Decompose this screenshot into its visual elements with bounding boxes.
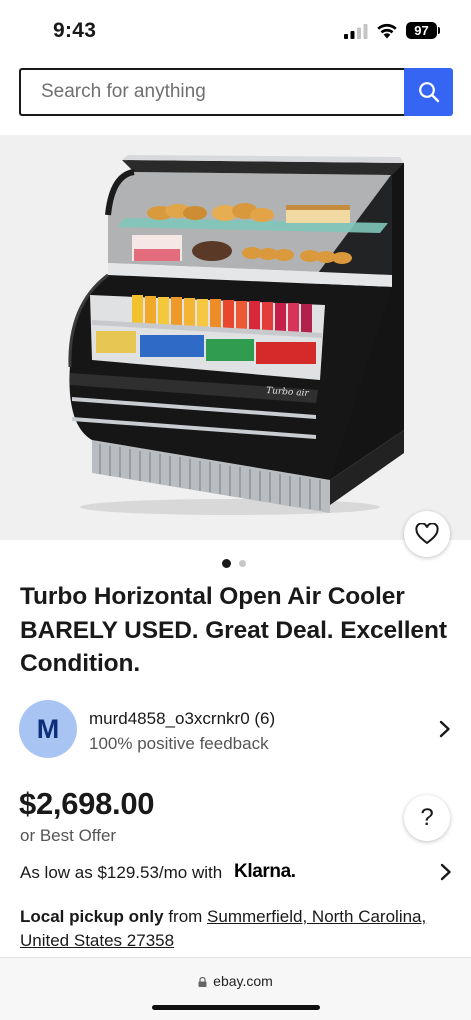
url-bar[interactable]: ebay.com <box>0 973 471 989</box>
gallery-dot-active[interactable] <box>222 559 231 568</box>
gallery-pagination <box>222 559 246 568</box>
battery-icon: 97 <box>406 22 437 39</box>
battery-tip <box>438 27 440 34</box>
pickup-connector: from <box>163 907 208 926</box>
listing-title: Turbo Horizontal Open Air Cooler BARELY … <box>20 583 447 677</box>
watch-button[interactable] <box>404 511 450 557</box>
image-gallery[interactable]: Turbo air <box>0 135 471 540</box>
chevron-right-icon <box>439 720 450 738</box>
pickup-info: Local pickup only from Summerfield, Nort… <box>20 905 460 953</box>
browser-bar: ebay.com <box>0 957 471 1020</box>
pickup-label: Local pickup only <box>20 907 164 926</box>
search-button[interactable] <box>404 68 453 116</box>
financing-row[interactable]: As low as $129.53/mo with Klarna. <box>20 861 452 887</box>
best-offer-text: or Best Offer <box>20 826 117 845</box>
klarna-logo: Klarna. <box>234 861 296 882</box>
gallery-dot[interactable] <box>239 560 246 567</box>
seller-feedback: 100% positive feedback <box>89 734 269 753</box>
product-image: Turbo air <box>68 155 404 515</box>
url-text: ebay.com <box>213 973 273 989</box>
financing-text: As low as $129.53/mo with <box>20 863 223 882</box>
price: $2,698.00 <box>19 786 155 821</box>
search-bar <box>19 68 453 116</box>
signal-icon <box>344 24 368 39</box>
status-time: 9:43 <box>53 19 97 42</box>
seller-name: murd4858_o3xcrnkr0 (6) <box>89 709 276 728</box>
search-icon <box>418 82 439 103</box>
avatar: M <box>19 700 77 758</box>
search-input[interactable] <box>19 68 404 116</box>
home-indicator[interactable] <box>152 1005 320 1010</box>
wifi-icon <box>377 23 397 39</box>
chevron-right-icon <box>440 863 451 881</box>
seller-card[interactable]: M murd4858_o3xcrnkr0 (6) 100% positive f… <box>19 700 451 758</box>
lock-icon <box>198 977 207 987</box>
status-bar: 9:43 97 <box>0 0 471 62</box>
help-button[interactable]: ? <box>404 795 450 841</box>
heart-icon <box>415 523 439 545</box>
